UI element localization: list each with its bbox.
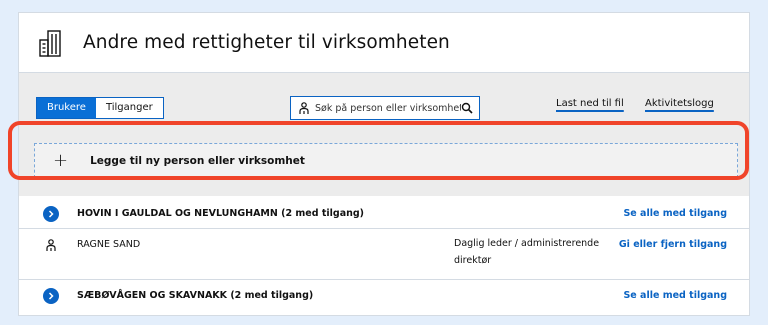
search-input[interactable]: Søk på person eller virksomhet [290,96,480,120]
highlight-outline [8,121,749,180]
tab-tilganger[interactable]: Tilganger [96,98,163,118]
org-name: SÆBØVÅGEN OG SKAVNAKK (2 med tilgang) [77,290,314,301]
see-all-link[interactable]: Se alle med tilgang [623,290,727,301]
page-title: Andre med rettigheter til virksomheten [83,32,450,53]
list-item: RAGNE SAND Daglig leder / administrerend… [19,229,749,280]
see-all-link[interactable]: Se alle med tilgang [623,208,727,219]
person-role: Daglig leder / administrerende direktør [454,238,600,266]
download-link[interactable]: Last ned til fil [556,98,624,109]
tab-brukere[interactable]: Brukere [37,98,96,118]
list-item: SÆBØVÅGEN OG SKAVNAKK (2 med tilgang) Se… [19,280,749,315]
chevron-right-icon[interactable] [43,206,59,222]
manage-access-link[interactable]: Gi eller fjern tilgang [619,239,727,250]
search-icon[interactable] [461,102,473,114]
page-header: Andre med rettigheter til virksomheten [19,13,749,73]
activity-log-link[interactable]: Aktivitetslogg [645,98,714,109]
org-name: HOVIN I GAULDAL OG NEVLUNGHAMN (2 med ti… [77,208,365,219]
building-icon [39,29,61,57]
view-toggle: Brukere Tilganger [36,97,164,119]
search-placeholder: Søk på person eller virksomhet [315,102,461,114]
chevron-right-icon[interactable] [43,288,59,304]
person-icon [46,239,56,251]
person-name: RAGNE SAND [77,239,141,250]
person-icon [299,101,309,114]
list-item: HOVIN I GAULDAL OG NEVLUNGHAMN (2 med ti… [19,199,749,229]
